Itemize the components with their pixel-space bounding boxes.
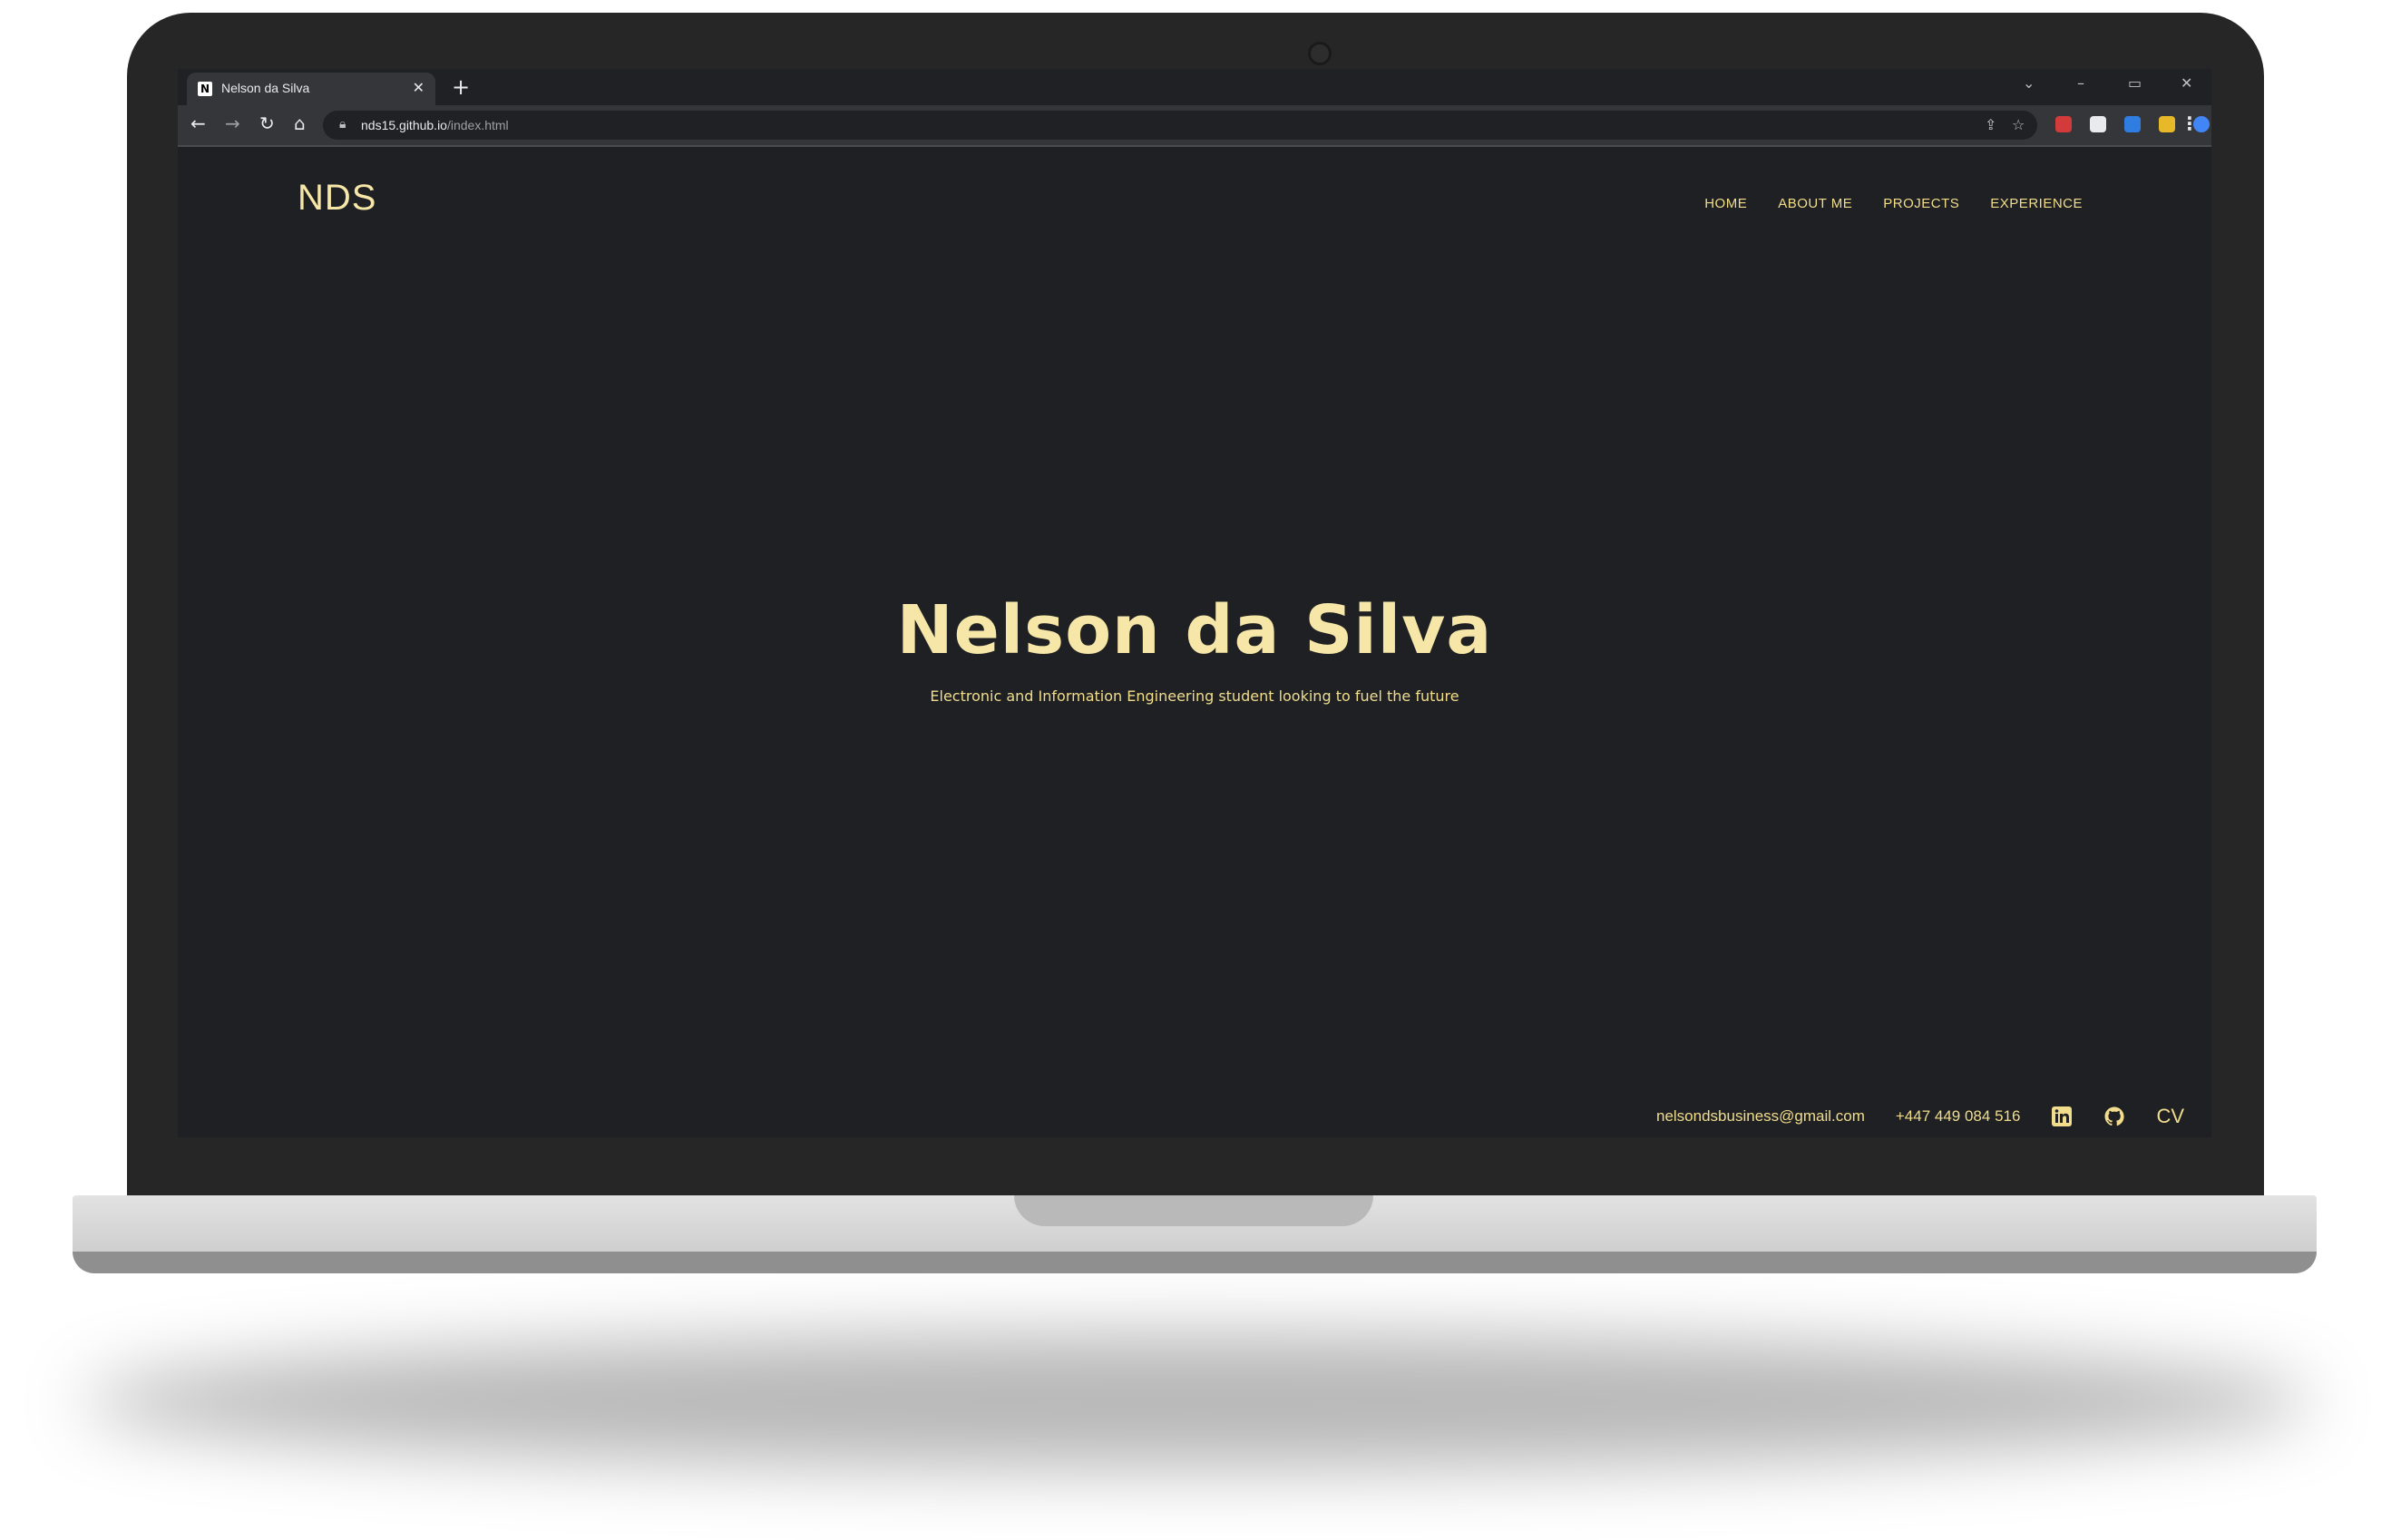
browser-tabstrip: N Nelson da Silva ✕ + ⌄ – ▭ ✕: [178, 69, 2211, 105]
nav-projects[interactable]: PROJECTS: [1883, 196, 1959, 211]
hero-subtitle: Electronic and Information Engineering s…: [930, 687, 1459, 705]
browser-toolbar: ← → ↻ ⌂ 🔒︎ nds15.github.io/index.html ⇪ …: [178, 105, 2211, 147]
home-icon[interactable]: ⌂: [294, 112, 306, 134]
browser-tab[interactable]: N Nelson da Silva ✕: [187, 73, 435, 105]
address-bar[interactable]: 🔒︎ nds15.github.io/index.html ⇪ ☆: [323, 111, 2037, 140]
phone-link[interactable]: +447 449 084 516: [1896, 1107, 2021, 1126]
url-text: nds15.github.io/index.html: [361, 118, 509, 132]
url-host: nds15.github.io: [361, 118, 447, 132]
github-icon[interactable]: [2103, 1106, 2125, 1127]
nav-home[interactable]: HOME: [1704, 196, 1747, 211]
new-tab-icon[interactable]: +: [452, 74, 470, 100]
back-icon[interactable]: ←: [190, 112, 206, 134]
site-nav: HOME ABOUT ME PROJECTS EXPERIENCE: [1704, 196, 2083, 211]
tab-close-icon[interactable]: ✕: [413, 79, 425, 96]
maximize-icon[interactable]: ▭: [2128, 74, 2142, 92]
favicon-icon: N: [198, 82, 212, 96]
nav-experience[interactable]: EXPERIENCE: [1990, 196, 2083, 211]
window-close-icon[interactable]: ✕: [2181, 74, 2192, 92]
minimize-icon[interactable]: –: [2077, 74, 2084, 92]
forward-icon[interactable]: →: [225, 112, 240, 134]
laptop-base-edge: [73, 1252, 2317, 1273]
cv-link[interactable]: CV: [2156, 1105, 2184, 1128]
linkedin-icon[interactable]: [2051, 1106, 2073, 1127]
webcam-icon: [1308, 42, 1332, 65]
reload-icon[interactable]: ↻: [259, 112, 275, 134]
nav-about-me[interactable]: ABOUT ME: [1778, 196, 1852, 211]
laptop-shadow: [82, 1333, 2313, 1469]
lock-icon[interactable]: 🔒︎: [339, 117, 346, 132]
email-link[interactable]: nelsondsbusiness@gmail.com: [1656, 1107, 1865, 1126]
extension-yellow-icon[interactable]: [2159, 116, 2175, 132]
hero-section: Nelson da Silva Electronic and Informati…: [178, 591, 2211, 705]
extension-doc-icon[interactable]: [2090, 116, 2106, 132]
tab-title: Nelson da Silva: [221, 81, 310, 95]
site-logo[interactable]: NDS: [298, 178, 376, 219]
tab-search-icon[interactable]: ⌄: [2023, 74, 2035, 92]
laptop-notch: [1014, 1195, 1373, 1226]
web-page: NDS HOME ABOUT ME PROJECTS EXPERIENCE Ne…: [178, 147, 2211, 1137]
browser-menu-icon[interactable]: ⋮: [2181, 112, 2199, 134]
mockup-stage: N Nelson da Silva ✕ + ⌄ – ▭ ✕ ← → ↻ ⌂ 🔒︎…: [0, 0, 2391, 1540]
url-path: /index.html: [446, 118, 509, 132]
share-icon[interactable]: ⇪: [1985, 116, 1996, 133]
extension-red-icon[interactable]: [2055, 116, 2072, 132]
hero-title: Nelson da Silva: [896, 591, 1493, 669]
extension-vscode-icon[interactable]: [2124, 116, 2141, 132]
laptop-screen: N Nelson da Silva ✕ + ⌄ – ▭ ✕ ← → ↻ ⌂ 🔒︎…: [178, 69, 2211, 1137]
bookmark-star-icon[interactable]: ☆: [2012, 116, 2025, 133]
contact-footer: nelsondsbusiness@gmail.com +447 449 084 …: [1656, 1105, 2184, 1128]
